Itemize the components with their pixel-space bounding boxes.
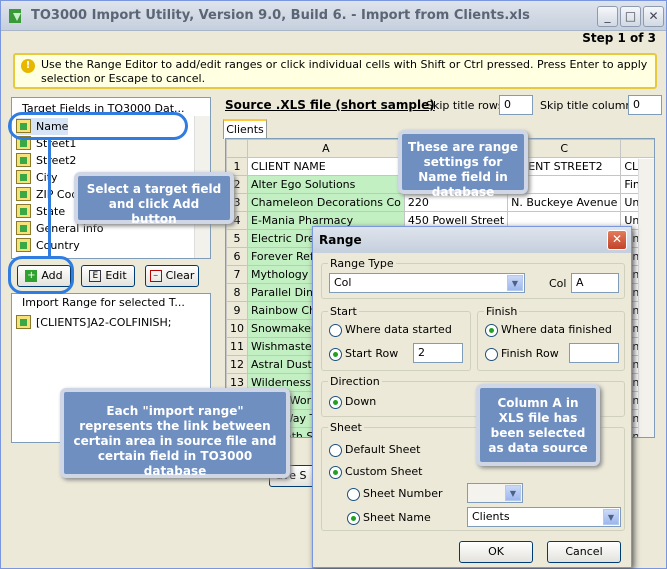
range-icon [16,315,31,329]
field-icon [16,187,31,201]
minimize-button[interactable]: _ [597,6,618,27]
range-type-label: Range Type [328,257,396,270]
callout-select-field: Select a target field and click Add butt… [74,172,234,226]
target-field-item[interactable]: City [16,169,58,186]
highlight-name-ring [8,112,188,140]
edit-button[interactable]: E Edit [81,265,135,287]
callout-column-info: Column A in XLS file has been selected a… [476,384,600,466]
range-type-value: Col [334,276,352,289]
cancel-button[interactable]: Cancel [547,541,621,563]
radio-finish-row[interactable]: Finish Row [485,347,559,361]
clear-button[interactable]: – Clear [145,265,199,287]
row-header[interactable]: 5 [226,229,248,248]
grid-scrollbar[interactable] [638,159,654,437]
radio-sheet-name[interactable]: Sheet Name [347,511,431,525]
skip-rows-label: Skip title rows: [426,99,508,112]
row-header[interactable]: 12 [226,355,248,374]
row-header[interactable]: 6 [226,247,248,266]
grid-cell[interactable]: CLIENT NAME [247,157,405,176]
target-field-label: Street2 [36,154,77,167]
close-window-button[interactable]: ✕ [643,6,664,27]
col-label: Col [549,277,567,290]
edit-icon: E [89,270,102,282]
clear-label: Clear [165,269,195,282]
col-input[interactable]: A [571,273,619,293]
edit-label: Edit [105,269,127,282]
arrow-line [48,140,51,258]
row-header[interactable]: 9 [226,301,248,320]
field-icon [16,238,31,252]
import-range-header: Import Range for selected T... [22,296,185,309]
target-field-item[interactable]: State [16,203,65,220]
target-field-item[interactable]: Street2 [16,152,76,169]
tab-clients[interactable]: Clients [223,119,267,139]
field-icon [16,170,31,184]
finish-row-input[interactable] [569,343,619,363]
field-icon [16,153,31,167]
chevron-down-icon: ▼ [603,509,619,525]
callout-import-range: Each "import range" represents the link … [60,388,290,478]
import-range-text: [CLIENTS]A2-COLFINISH; [36,316,172,329]
chevron-down-icon: ▼ [507,275,523,291]
clear-icon: – [149,270,162,282]
sheet-label: Sheet [328,421,364,434]
chevron-down-icon: ▼ [505,485,521,501]
target-field-label: City [36,171,58,184]
radio-default-sheet[interactable]: Default Sheet [329,443,421,457]
grid-cell[interactable]: Chameleon Decorations Co [247,193,405,212]
sheet-number-combo[interactable]: ▼ [467,483,523,503]
grid-cell[interactable]: N. Buckeye Avenue [507,193,622,212]
grid-cell[interactable]: Alter Ego Solutions [247,175,405,194]
radio-where-started[interactable]: Where data started [329,323,452,337]
row-header[interactable]: 8 [226,283,248,302]
import-range-item[interactable]: [CLIENTS]A2-COLFINISH; [16,314,171,331]
range-type-combo[interactable]: Col ▼ [329,273,525,293]
sheet-name-value: Clients [472,510,510,523]
field-icon [16,221,31,235]
radio-where-finished[interactable]: Where data finished [485,323,612,337]
maximize-button[interactable]: □ [620,6,641,27]
window-title: TO3000 Import Utility, Version 9.0, Buil… [31,8,530,23]
radio-start-row[interactable]: Start Row [329,347,398,361]
ok-button[interactable]: OK [459,541,533,563]
sheet-name-combo[interactable]: Clients ▼ [467,507,621,527]
radio-custom-sheet[interactable]: Custom Sheet [329,465,422,479]
callout-range-settings: These are range settings for Name field … [398,130,528,199]
finish-label: Finish [484,305,520,318]
app-icon [9,9,21,23]
source-title: Source .XLS file (short sample) [225,98,435,112]
info-icon: ! [21,59,35,73]
row-header[interactable]: 7 [226,265,248,284]
title-bar: TO3000 Import Utility, Version 9.0, Buil… [1,1,666,31]
field-icon [16,204,31,218]
hint-text: Use the Range Editor to add/edit ranges … [41,58,648,85]
row-header[interactable]: 10 [226,319,248,338]
dialog-title: Range [313,227,631,253]
radio-down[interactable]: Down [329,395,376,409]
corner-cell [226,139,248,158]
row-header[interactable]: 11 [226,337,248,356]
dialog-close-icon[interactable]: ✕ [607,230,627,250]
radio-sheet-number[interactable]: Sheet Number [347,487,443,501]
target-field-label: Country [36,239,80,252]
skip-cols-input[interactable]: 0 [628,95,662,115]
direction-label: Direction [328,375,382,388]
start-row-input[interactable]: 2 [413,343,463,363]
skip-cols-label: Skip title columns: [540,99,642,112]
start-label: Start [328,305,359,318]
skip-rows-input[interactable]: 0 [499,95,533,115]
highlight-add-ring [8,256,74,294]
hint-box: ! Use the Range Editor to add/edit range… [13,53,657,89]
step-indicator: Step 1 of 3 [582,31,656,45]
col-header-d[interactable] [620,139,654,158]
col-header-a[interactable]: A [247,139,405,158]
